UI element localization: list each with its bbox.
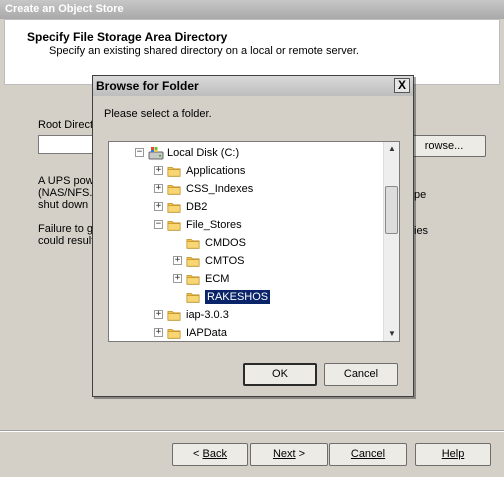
help-button-label: Help bbox=[441, 448, 465, 460]
expand-icon[interactable]: + bbox=[173, 274, 182, 283]
expand-icon[interactable]: + bbox=[154, 166, 163, 175]
back-button-label: Back bbox=[202, 448, 227, 460]
browse-for-folder-dialog: Browse for Folder X Please select a fold… bbox=[92, 75, 414, 397]
tree-item[interactable]: − File_Stores bbox=[109, 216, 381, 234]
folder-icon bbox=[167, 329, 181, 339]
tree-item-label: CMDOS bbox=[205, 237, 246, 249]
root-directory-input[interactable] bbox=[38, 135, 100, 154]
wizard-titlebar: Create an Object Store bbox=[0, 0, 504, 19]
back-button[interactable]: < Back bbox=[172, 443, 248, 466]
failure-warning-line: could result bbox=[38, 235, 95, 247]
page-subtitle: Specify an existing shared directory on … bbox=[49, 45, 359, 57]
close-icon[interactable]: X bbox=[394, 78, 410, 93]
failure-warning-line: Failure to g bbox=[38, 223, 94, 235]
expand-icon[interactable]: + bbox=[173, 256, 182, 265]
failure-warning-text: Failure to g could result bbox=[38, 223, 94, 247]
cancel-button[interactable]: Cancel bbox=[329, 443, 407, 466]
folder-tree[interactable]: − Local Disk (C:) + Applications + CSS_Indexe… bbox=[108, 141, 400, 342]
tree-item-label: iap-3.0.3 bbox=[186, 309, 229, 321]
expand-icon[interactable]: + bbox=[154, 184, 163, 193]
folder-icon bbox=[186, 293, 200, 303]
browse-button[interactable]: rowse... bbox=[402, 135, 486, 157]
tree-item-label: CMTOS bbox=[205, 255, 245, 267]
folder-icon bbox=[167, 203, 181, 213]
scroll-down-icon[interactable]: ▼ bbox=[386, 328, 398, 340]
tree-item-label: DB2 bbox=[186, 201, 208, 213]
next-button-label: Next bbox=[272, 448, 296, 460]
help-button[interactable]: Help bbox=[415, 443, 491, 466]
tree-item[interactable]: RAKESHOS bbox=[109, 288, 381, 306]
dialog-cancel-button[interactable]: Cancel bbox=[324, 363, 398, 386]
tree-item[interactable]: + Applications bbox=[109, 162, 381, 180]
expand-icon[interactable]: + bbox=[154, 310, 163, 319]
tree-item[interactable]: + CSS_Indexes bbox=[109, 180, 381, 198]
folder-icon bbox=[167, 311, 181, 321]
folder-icon bbox=[186, 239, 200, 249]
folder-icon bbox=[167, 221, 181, 231]
tree-item[interactable]: + ECM bbox=[109, 270, 381, 288]
tree-item[interactable]: + CMTOS bbox=[109, 252, 381, 270]
folder-icon bbox=[167, 185, 181, 195]
ups-warning-line: (NAS/NFS. bbox=[38, 187, 93, 199]
folder-icon bbox=[167, 167, 181, 177]
tree-scrollbar[interactable]: ▲ ▼ bbox=[383, 142, 399, 341]
collapse-icon[interactable]: − bbox=[135, 148, 144, 157]
dialog-prompt: Please select a folder. bbox=[104, 108, 212, 120]
expand-icon[interactable]: + bbox=[154, 328, 163, 337]
dialog-titlebar: Browse for Folder X bbox=[93, 76, 413, 96]
drive-icon bbox=[148, 147, 164, 160]
tree-item-label: CSS_Indexes bbox=[186, 183, 254, 195]
ok-button[interactable]: OK bbox=[243, 363, 317, 386]
wizard-title: Create an Object Store bbox=[5, 3, 124, 15]
tree-item-label: Local Disk (C:) bbox=[167, 147, 240, 159]
next-button[interactable]: Next > bbox=[250, 443, 328, 466]
selected-folder-label: RAKESHOS bbox=[205, 290, 271, 304]
tree-item-label: IAPData bbox=[186, 327, 227, 339]
button-separator bbox=[0, 430, 504, 432]
cancel-button-label: Cancel bbox=[350, 448, 386, 460]
expand-icon[interactable]: + bbox=[154, 202, 163, 211]
folder-icon bbox=[186, 275, 200, 285]
folder-icon bbox=[186, 257, 200, 267]
tree-item-label: File_Stores bbox=[186, 219, 242, 231]
failure-warning-fragment: ies bbox=[414, 225, 429, 237]
tree-item-label: ECM bbox=[205, 273, 230, 285]
tree-item[interactable]: − Local Disk (C:) bbox=[109, 144, 381, 162]
ups-warning-text: A UPS pow (NAS/NFS. shut down bbox=[38, 175, 94, 211]
page-title: Specify File Storage Area Directory bbox=[27, 30, 228, 44]
collapse-icon[interactable]: − bbox=[154, 220, 163, 229]
ups-warning-fragment: pe bbox=[414, 189, 427, 201]
ups-warning-line: A UPS pow bbox=[38, 175, 94, 187]
tree-item[interactable]: + IAPData bbox=[109, 324, 381, 341]
root-directory-label: Root Direct bbox=[38, 119, 94, 131]
ups-warning-line: shut down bbox=[38, 199, 89, 211]
scroll-up-icon[interactable]: ▲ bbox=[386, 143, 398, 155]
scroll-thumb[interactable] bbox=[385, 186, 398, 234]
dialog-title: Browse for Folder bbox=[96, 79, 199, 93]
tree-item[interactable]: + iap-3.0.3 bbox=[109, 306, 381, 324]
tree-item-label: Applications bbox=[186, 165, 246, 177]
tree-item[interactable]: CMDOS bbox=[109, 234, 381, 252]
tree-item[interactable]: + DB2 bbox=[109, 198, 381, 216]
